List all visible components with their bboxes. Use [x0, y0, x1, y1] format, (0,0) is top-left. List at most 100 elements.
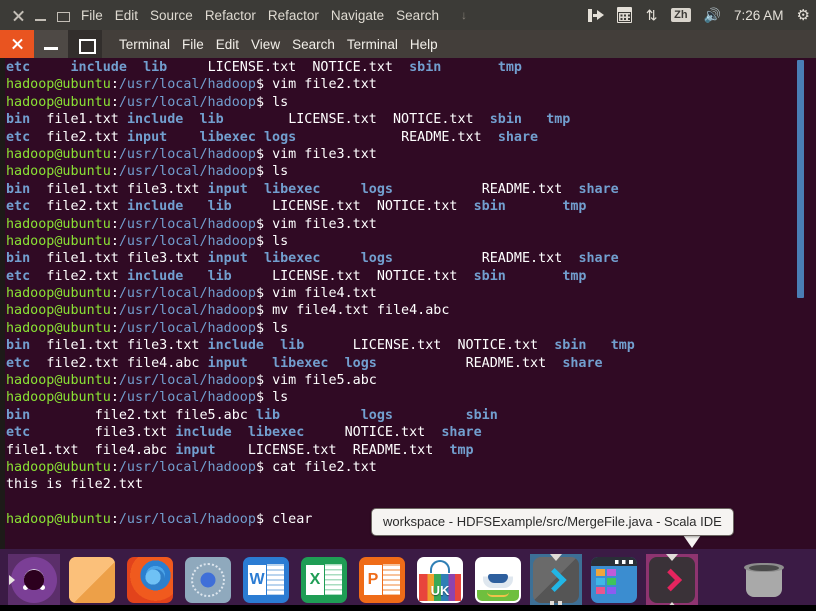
- ls-entry: NOTICE.txt: [376, 199, 474, 215]
- running-indicator-top-icon: [666, 554, 678, 561]
- dock-item-libreoffice-writer[interactable]: W: [240, 554, 292, 606]
- dock-item-help[interactable]: [472, 554, 524, 606]
- dock-item-app-grid[interactable]: [588, 554, 640, 606]
- terminal-chevron-red-icon: [649, 557, 695, 603]
- ls-entry: LICENSE.txt: [272, 268, 377, 284]
- prompt-separator: :: [110, 320, 119, 336]
- terminal-ls-row: bin file2.txt file5.abc lib logs sbin: [6, 407, 802, 424]
- menu-item-search[interactable]: Search: [396, 8, 439, 23]
- terminal-command-text: vim file3.txt: [272, 146, 377, 162]
- dock-item-trash[interactable]: [738, 554, 790, 606]
- prompt-user: hadoop@ubuntu: [6, 164, 111, 180]
- keyboard-layout-indicator[interactable]: Zh: [671, 7, 691, 23]
- terminal-scrollbar-thumb[interactable]: [797, 60, 804, 298]
- terminal-menu-terminal-2[interactable]: Terminal: [347, 37, 398, 52]
- dock-item-libreoffice-calc[interactable]: X: [298, 554, 350, 606]
- ls-entry: NOTICE.txt: [457, 338, 555, 354]
- prompt-user: hadoop@ubuntu: [6, 303, 111, 319]
- maximize-icon[interactable]: [56, 9, 70, 22]
- ls-entry: lib: [207, 268, 273, 284]
- ls-entry: sbin: [473, 199, 563, 215]
- prompt-path: /usr/local/hadoop: [118, 390, 256, 406]
- terminal-menu-file[interactable]: File: [182, 37, 204, 52]
- ls-entry: lib: [199, 112, 289, 128]
- menu-item-edit[interactable]: Edit: [115, 8, 138, 23]
- unity-launcher-dock: W X P UK: [0, 549, 816, 611]
- prompt-user: hadoop@ubuntu: [6, 146, 111, 162]
- terminal-body[interactable]: etc include lib LICENSE.txt NOTICE.txt s…: [0, 58, 816, 549]
- dock-item-libreoffice-impress[interactable]: P: [356, 554, 408, 606]
- ls-entry: tmp: [546, 112, 571, 128]
- minimize-icon[interactable]: [34, 9, 47, 22]
- prompt-path: /usr/local/hadoop: [118, 146, 256, 162]
- minimize-icon[interactable]: [34, 30, 68, 58]
- terminal-menu-terminal[interactable]: Terminal: [119, 37, 170, 52]
- menu-item-navigate[interactable]: Navigate: [331, 8, 384, 23]
- volume-icon[interactable]: 🔊: [704, 8, 721, 22]
- ls-entry: bin: [6, 338, 47, 354]
- ls-entry: README.txt: [401, 129, 498, 145]
- ls-entry: input: [207, 355, 273, 371]
- ls-entry: lib: [207, 199, 273, 215]
- tooltip-tail: [683, 535, 701, 548]
- terminal-menu-view[interactable]: View: [251, 37, 280, 52]
- window-tiles-icon: [591, 557, 637, 603]
- ls-entry: file2.txt: [46, 199, 127, 215]
- terminal-ls-row: file1.txt file4.abc input LICENSE.txt RE…: [6, 442, 802, 459]
- ls-entry: include: [70, 60, 144, 75]
- dock-item-firefox[interactable]: [124, 554, 176, 606]
- ls-entry: sbin: [465, 407, 498, 423]
- screen-bottom-strip: [0, 605, 816, 611]
- menu-item-refactor-2[interactable]: Refactor: [268, 8, 319, 23]
- terminal-menu-edit[interactable]: Edit: [216, 37, 239, 52]
- prompt-user: hadoop@ubuntu: [6, 373, 111, 389]
- terminal-output-line: this is file2.txt: [6, 476, 802, 493]
- prompt-separator: :: [110, 373, 119, 389]
- clock-indicator[interactable]: 7:26 AM: [734, 8, 784, 23]
- menu-overflow-arrow-icon[interactable]: ↓: [461, 9, 467, 21]
- ls-entry: libexec: [247, 425, 345, 441]
- terminal-ls-row: etc include lib LICENSE.txt NOTICE.txt s…: [6, 59, 802, 76]
- ls-entry: libexec: [264, 181, 361, 197]
- ubuntu-logo-icon: [11, 557, 57, 603]
- ls-entry: lib: [143, 60, 208, 75]
- ls-entry: NOTICE.txt: [376, 268, 474, 284]
- messaging-icon[interactable]: [588, 8, 605, 23]
- close-icon[interactable]: [12, 9, 25, 22]
- terminal-command-text: vim file3.txt: [272, 216, 377, 232]
- prompt-user: hadoop@ubuntu: [6, 216, 111, 232]
- trash-icon: [741, 557, 787, 603]
- ls-entry: logs: [344, 355, 466, 371]
- terminal-window: Terminal File Edit View Search Terminal …: [0, 30, 816, 549]
- prompt-path: /usr/local/hadoop: [118, 286, 256, 302]
- ls-entry: sbin: [473, 268, 563, 284]
- calendar-icon[interactable]: [617, 7, 633, 23]
- terminal-command-line: hadoop@ubuntu:/usr/local/hadoop$ ls: [6, 389, 802, 406]
- menu-item-refactor[interactable]: Refactor: [205, 8, 256, 23]
- menu-item-source[interactable]: Source: [150, 8, 193, 23]
- close-icon[interactable]: [0, 30, 34, 58]
- terminal-output: etc include lib LICENSE.txt NOTICE.txt s…: [6, 59, 802, 529]
- terminal-menu-help[interactable]: Help: [410, 37, 438, 52]
- terminal-menu-search[interactable]: Search: [292, 37, 335, 52]
- terminal-scrollbar-track[interactable]: [797, 58, 810, 549]
- ls-entry: input: [175, 442, 248, 458]
- ls-entry: include: [207, 338, 281, 354]
- ls-entry: file1.txt: [6, 442, 95, 458]
- maximize-icon[interactable]: [68, 30, 102, 58]
- dock-item-scala-ide[interactable]: [530, 554, 582, 607]
- dock-item-terminal[interactable]: [646, 554, 698, 609]
- ls-entry: file1.txt: [46, 181, 127, 197]
- prompt-sigil: $: [255, 303, 273, 319]
- network-up-down-icon[interactable]: ⇅: [645, 7, 658, 23]
- menu-item-file[interactable]: File: [81, 8, 103, 23]
- dock-item-files[interactable]: [66, 554, 118, 606]
- dock-item-amazon[interactable]: [182, 554, 234, 606]
- powerpoint-presentation-icon: P: [359, 557, 405, 603]
- dock-item-ubuntu-dash[interactable]: [8, 554, 60, 606]
- ls-entry: sbin: [554, 338, 611, 354]
- gear-icon[interactable]: ⚙: [797, 8, 810, 23]
- prompt-separator: :: [110, 164, 119, 180]
- dock-item-software-center[interactable]: UK: [414, 554, 466, 606]
- ls-entry: etc: [6, 425, 95, 441]
